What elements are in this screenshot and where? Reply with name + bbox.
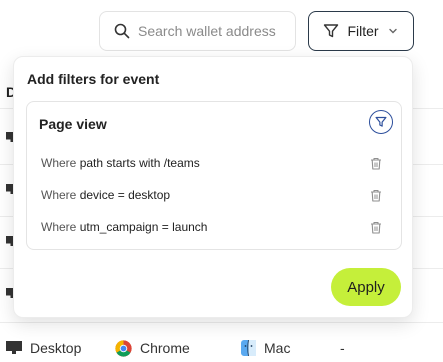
trash-icon[interactable] (370, 221, 382, 234)
browser-cell: Chrome (115, 339, 190, 357)
device-cell: Desktop (6, 340, 81, 356)
extra-cell: - (340, 340, 345, 356)
chevron-down-icon (387, 25, 399, 37)
condition-operator: starts with (106, 156, 161, 170)
search-icon (114, 23, 130, 39)
filter-condition[interactable]: Where path starts with /teams (41, 156, 200, 170)
browser-label: Chrome (140, 340, 190, 356)
add-condition-funnel-icon[interactable] (369, 110, 393, 134)
condition-field: path (79, 156, 104, 170)
condition-prefix: Where (41, 220, 77, 234)
funnel-icon (323, 23, 339, 39)
table-row[interactable]: Desktop Chrome Mac - (0, 334, 443, 362)
finder-icon (241, 340, 256, 356)
filter-button[interactable]: Filter (308, 11, 414, 51)
filter-condition[interactable]: Where utm_campaign = launch (41, 220, 207, 234)
condition-field: device (79, 188, 115, 202)
condition-operator: = (117, 188, 125, 202)
trash-icon[interactable] (370, 189, 382, 202)
popover-title: Add filters for event (27, 71, 160, 87)
trash-icon[interactable] (370, 157, 382, 170)
condition-prefix: Where (41, 156, 77, 170)
condition-value: /teams (163, 156, 200, 170)
device-label: Desktop (30, 340, 82, 356)
os-cell: Mac (241, 340, 290, 356)
os-label: Mac (264, 340, 291, 356)
condition-value: desktop (128, 188, 171, 202)
desktop-icon (6, 341, 22, 354)
wallet-search-box[interactable] (99, 11, 296, 51)
condition-value: launch (172, 220, 208, 234)
table-divider (0, 322, 443, 323)
condition-prefix: Where (41, 188, 77, 202)
event-filter-card: Page view Where path starts with /teams … (26, 101, 402, 250)
search-input[interactable] (138, 23, 288, 39)
filter-condition[interactable]: Where device = desktop (41, 188, 170, 202)
condition-operator: = (161, 220, 169, 234)
filter-button-label: Filter (347, 23, 379, 39)
event-name: Page view (39, 116, 107, 132)
extra-value: - (340, 340, 345, 356)
apply-button[interactable]: Apply (331, 268, 401, 306)
condition-field: utm_campaign (79, 220, 159, 234)
chrome-icon (115, 339, 132, 357)
add-filters-popover: Add filters for event Page view Where pa… (13, 56, 413, 318)
